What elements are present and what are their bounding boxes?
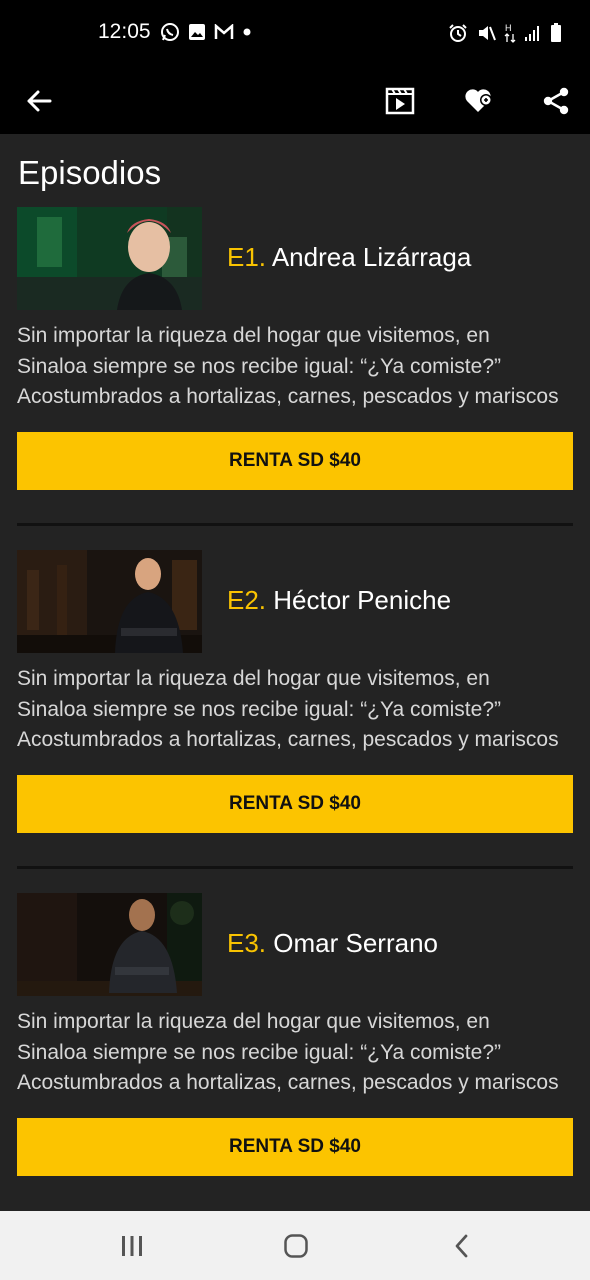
favorite-icon [465, 89, 492, 112]
description-line: Sinaloa siempre se nos recibe igual: “¿Y… [17, 697, 501, 721]
notification-icons [160, 22, 252, 42]
home-icon [284, 1234, 308, 1258]
dot-icon [243, 28, 251, 36]
episode-description: Sin importar la riqueza del hogar que vi… [17, 1007, 573, 1099]
section-title: Episodios [18, 154, 162, 191]
episode-name: Omar Serrano [273, 928, 438, 958]
rent-button[interactable]: RENTA SD $40 [17, 1118, 573, 1176]
rent-button[interactable]: RENTA SD $40 [17, 432, 573, 490]
description-line: Sin importar la riqueza del hogar que vi… [17, 324, 490, 347]
episode-number: E1. [227, 242, 267, 272]
episode-item: E3. Omar Serrano Sin importar la riqueza… [0, 893, 590, 1236]
system-icons: H [448, 22, 562, 44]
description-line: Sinaloa siempre se nos recibe igual: “¿Y… [17, 354, 501, 378]
episode-item: E1. Andrea Lizárraga Sin importar la riq… [0, 207, 590, 550]
episode-list: E1. Andrea Lizárraga Sin importar la riq… [0, 207, 590, 1236]
chef-portrait-image [17, 207, 202, 310]
divider [17, 866, 573, 869]
mute-icon [479, 26, 496, 41]
trailer-icon [385, 87, 415, 115]
recents-icon [122, 1236, 142, 1256]
share-icon [543, 87, 569, 115]
episode-number: E3. [227, 928, 267, 958]
episode-thumbnail[interactable] [17, 893, 202, 996]
description-line: Sin importar la riqueza del hogar que vi… [17, 667, 490, 690]
app-bar [0, 68, 590, 134]
signal-icon [525, 26, 539, 41]
divider [17, 523, 573, 526]
chef-portrait-image [17, 550, 202, 653]
back-icon [455, 1234, 468, 1258]
battery-icon [551, 23, 561, 42]
episode-description: Sin importar la riqueza del hogar que vi… [17, 664, 573, 756]
svg-text:H: H [505, 23, 512, 33]
description-line: Acostumbrados a hortalizas, carnes, pesc… [17, 1071, 559, 1094]
favorite-button[interactable] [459, 80, 501, 122]
description-line: Sin importar la riqueza del hogar que vi… [17, 1010, 490, 1033]
episode-title[interactable]: E3. Omar Serrano [227, 928, 438, 959]
status-bar: 12:05 H [0, 0, 590, 68]
back-arrow-icon [27, 90, 52, 112]
description-line: Acostumbrados a hortalizas, carnes, pesc… [17, 728, 559, 751]
episode-name: Héctor Peniche [273, 585, 452, 615]
episode-item: E2. Héctor Peniche Sin importar la rique… [0, 550, 590, 893]
nav-back-button[interactable] [442, 1229, 482, 1263]
chef-portrait-image [17, 893, 202, 996]
share-button[interactable] [535, 80, 577, 122]
back-button[interactable] [18, 80, 60, 122]
episode-number: E2. [227, 585, 267, 615]
home-button[interactable] [276, 1229, 316, 1263]
recents-button[interactable] [112, 1229, 152, 1263]
gmail-icon [214, 24, 234, 39]
episode-thumbnail[interactable] [17, 550, 202, 653]
alarm-icon [449, 24, 467, 42]
episode-thumbnail[interactable] [17, 207, 202, 310]
episode-description: Sin importar la riqueza del hogar que vi… [17, 321, 573, 413]
system-nav-bar [0, 1211, 590, 1280]
episode-title[interactable]: E1. Andrea Lizárraga [227, 242, 471, 273]
status-time: 12:05 [98, 20, 151, 43]
whatsapp-icon [161, 23, 179, 41]
episode-title[interactable]: E2. Héctor Peniche [227, 585, 451, 616]
episode-name: Andrea Lizárraga [271, 242, 472, 272]
trailer-button[interactable] [379, 80, 421, 122]
gallery-icon [189, 24, 205, 40]
description-line: Sinaloa siempre se nos recibe igual: “¿Y… [17, 1040, 501, 1064]
rent-button[interactable]: RENTA SD $40 [17, 775, 573, 833]
description-line: Acostumbrados a hortalizas, carnes, pesc… [17, 385, 559, 408]
data-icon: H [504, 23, 516, 43]
